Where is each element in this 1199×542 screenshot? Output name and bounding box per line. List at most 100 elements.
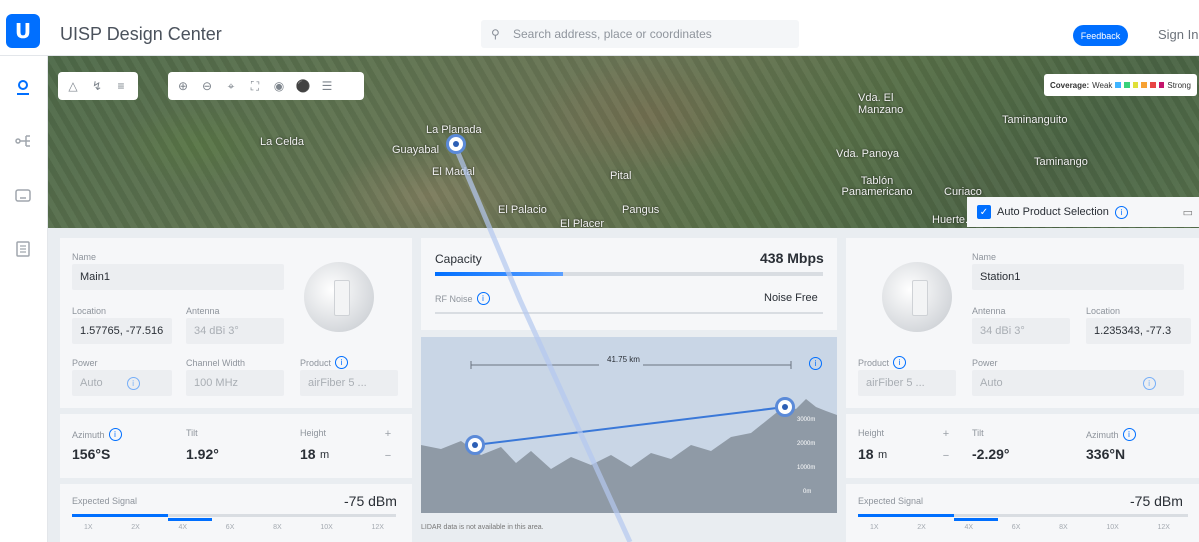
main-product-label: Product bbox=[300, 357, 332, 368]
map-label-taminango: Taminango bbox=[1034, 156, 1088, 168]
fullscreen-icon[interactable]: ⛶ bbox=[246, 77, 264, 95]
station-azimuth-label-row: Azimuth i bbox=[1086, 428, 1136, 441]
station-signal-ticks: 1X 2X 4X 6X 8X 10X 12X bbox=[870, 524, 1170, 531]
station-azimuth-value[interactable]: 336°N bbox=[1086, 446, 1125, 462]
capacity-label: Capacity bbox=[435, 252, 482, 266]
coverage-swatch-1 bbox=[1115, 82, 1122, 88]
main-product-select[interactable]: airFiber 5 ... bbox=[300, 370, 398, 396]
main-signal-bar-fill-2 bbox=[168, 518, 212, 521]
copy-icon[interactable]: ▭ bbox=[1183, 206, 1193, 219]
station-product-label-row: Product i bbox=[858, 356, 907, 369]
link-tools-toolbar: △ ↯ ≡ bbox=[58, 72, 138, 100]
main-device-image bbox=[304, 262, 374, 332]
auto-product-checkbox[interactable]: ✓ bbox=[977, 205, 991, 219]
station-tick: 6X bbox=[1011, 524, 1021, 531]
main-name-field[interactable]: Main1 bbox=[72, 264, 284, 290]
topology-icon[interactable] bbox=[12, 130, 34, 152]
main-height-value[interactable]: 18 bbox=[300, 446, 316, 462]
station-signal-label: Expected Signal bbox=[858, 496, 924, 506]
coverage-swatch-5 bbox=[1150, 82, 1156, 88]
elevation-profile[interactable]: 41.75 km i 3000m 2000m 1000m 0m bbox=[421, 337, 837, 513]
ptp-icon[interactable]: ↯ bbox=[88, 77, 106, 95]
station-tick: 10X bbox=[1106, 524, 1119, 531]
station-power-select[interactable]: Auto i bbox=[972, 370, 1184, 396]
station-azimuth-info-icon[interactable]: i bbox=[1122, 428, 1136, 441]
device-list-icon[interactable]: ≡ bbox=[112, 77, 130, 95]
main-site-pin[interactable] bbox=[446, 134, 466, 154]
auto-product-info-icon[interactable]: i bbox=[1114, 205, 1128, 219]
rf-noise-bar bbox=[435, 312, 823, 314]
map-pin-icon[interactable] bbox=[12, 76, 34, 98]
settings-list-icon[interactable]: ☰ bbox=[318, 77, 336, 95]
main-tick: 1X bbox=[84, 524, 93, 531]
capacity-bar-fill bbox=[435, 272, 563, 276]
station-height-value[interactable]: 18 bbox=[858, 446, 874, 462]
station-tilt-value[interactable]: -2.29° bbox=[972, 446, 1010, 462]
main-location-label: Location bbox=[72, 306, 107, 316]
main-power-info-icon[interactable]: i bbox=[126, 376, 140, 390]
main-tilt-label: Tilt bbox=[186, 428, 198, 438]
ptmp-icon[interactable]: △ bbox=[64, 77, 82, 95]
station-name-field[interactable]: Station1 bbox=[972, 264, 1184, 290]
main-tick: 6X bbox=[225, 524, 235, 531]
feedback-button[interactable]: Feedback bbox=[1073, 25, 1128, 46]
search-bar[interactable]: ⚲ bbox=[481, 20, 799, 48]
coverage-swatch-4 bbox=[1141, 82, 1148, 88]
locate-icon[interactable]: ⌖ bbox=[222, 77, 240, 95]
main-location-field[interactable]: 1.57765, -77.516 bbox=[72, 318, 172, 344]
street-view-icon[interactable]: ⚫ bbox=[294, 77, 312, 95]
station-height-unit: m bbox=[878, 449, 888, 461]
station-product-select[interactable]: airFiber 5 ... bbox=[858, 370, 956, 396]
main-product-label-row: Product i bbox=[300, 356, 349, 369]
coverage-swatch-2 bbox=[1124, 82, 1130, 88]
station-height-label: Height bbox=[858, 428, 885, 438]
profile-info-icon[interactable]: i bbox=[809, 357, 822, 370]
station-height-decrease[interactable]: − bbox=[938, 448, 954, 464]
main-power-label: Power bbox=[72, 358, 98, 368]
main-azimuth-info-icon[interactable]: i bbox=[108, 428, 122, 441]
rf-noise-info-icon[interactable]: i bbox=[476, 292, 490, 305]
uisp-logo[interactable]: U bbox=[6, 14, 40, 48]
site-icon[interactable] bbox=[12, 184, 34, 206]
station-signal-bar-fill bbox=[858, 514, 954, 517]
profile-main-marker[interactable] bbox=[465, 435, 485, 455]
main-height-increase[interactable]: + bbox=[380, 426, 396, 442]
main-azimuth-value[interactable]: 156°S bbox=[72, 446, 110, 462]
station-tick: 12X bbox=[1157, 524, 1170, 531]
main-product-info-icon[interactable]: i bbox=[335, 356, 349, 369]
map-label-guayabal: Guayabal bbox=[392, 144, 440, 156]
logo-text: U bbox=[14, 19, 32, 43]
station-azimuth-label: Azimuth bbox=[1086, 429, 1119, 440]
main-power-select[interactable]: Auto i bbox=[72, 370, 172, 396]
search-input[interactable] bbox=[513, 27, 793, 41]
station-power-info-icon[interactable]: i bbox=[1142, 376, 1156, 390]
station-product-info-icon[interactable]: i bbox=[893, 356, 907, 369]
link-distance: 41.75 km bbox=[607, 355, 640, 364]
station-tick: 2X bbox=[917, 524, 926, 531]
station-height-increase[interactable]: + bbox=[938, 426, 954, 442]
left-nav bbox=[0, 56, 48, 542]
main-channel-width-select[interactable]: 100 MHz bbox=[186, 370, 284, 396]
map-label-tablon: Tablón Panamericano bbox=[841, 175, 913, 198]
coverage-legend: Coverage: Weak Strong bbox=[1044, 74, 1197, 96]
main-tick: 8X bbox=[273, 524, 282, 531]
sign-in-link[interactable]: Sign In bbox=[1158, 27, 1198, 42]
map-label-pangus: Pangus bbox=[622, 204, 660, 216]
report-icon[interactable] bbox=[12, 238, 34, 260]
station-location-field[interactable]: 1.235343, -77.3 bbox=[1086, 318, 1191, 344]
rf-noise-label: RF Noise bbox=[435, 293, 473, 304]
main-tilt-value[interactable]: 1.92° bbox=[186, 446, 219, 462]
main-height-decrease[interactable]: − bbox=[380, 448, 396, 464]
zoom-out-icon[interactable]: ⊖ bbox=[198, 77, 216, 95]
map-label-taminanguito: Taminanguito bbox=[1002, 114, 1068, 126]
profile-station-marker[interactable] bbox=[775, 397, 795, 417]
station-antenna-select[interactable]: 34 dBi 3° bbox=[972, 318, 1070, 344]
auto-product-selection[interactable]: ✓ Auto Product Selection i ▭ bbox=[967, 197, 1199, 227]
coverage-swatch-3 bbox=[1132, 82, 1139, 88]
station-signal-value: -75 dBm bbox=[1130, 493, 1183, 509]
elev-label: 2000m bbox=[797, 441, 816, 447]
main-antenna-select[interactable]: 34 dBi 3° bbox=[186, 318, 284, 344]
layers-icon[interactable]: ◉ bbox=[270, 77, 288, 95]
zoom-in-icon[interactable]: ⊕ bbox=[174, 77, 192, 95]
station-name-label: Name bbox=[972, 252, 997, 262]
